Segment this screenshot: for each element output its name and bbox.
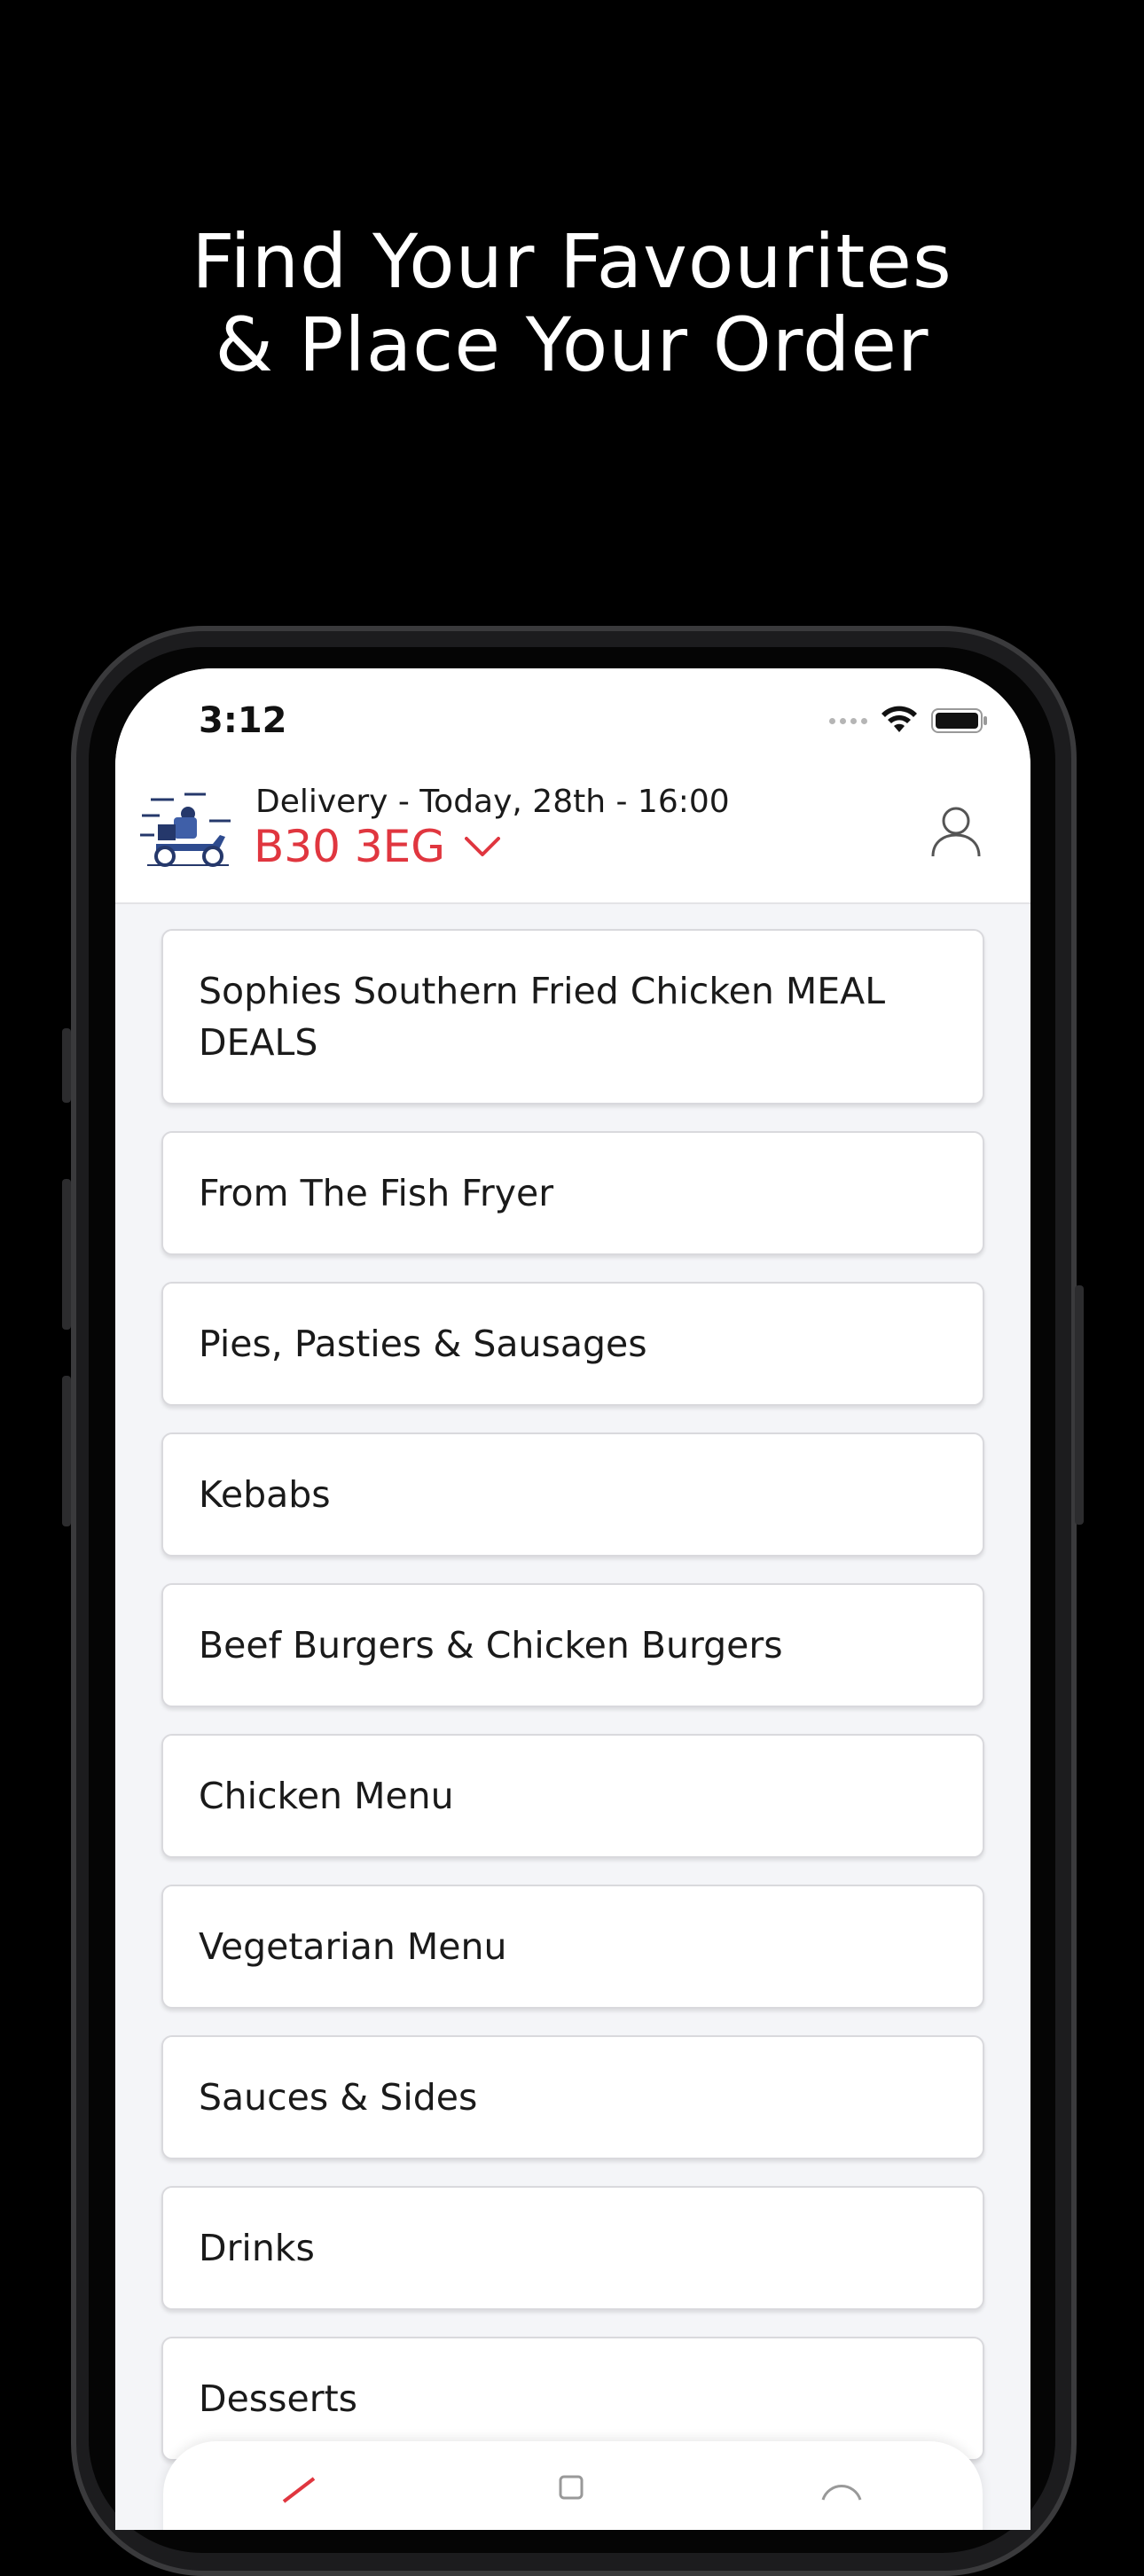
postcode-selector[interactable]: B30 3EG — [254, 821, 500, 872]
menu-category-item[interactable]: Kebabs — [161, 1432, 984, 1557]
signal-dots-icon — [829, 717, 867, 724]
phone-volume-up — [62, 1179, 71, 1330]
app-screen: 3:12 Delivery - Today, 28th - 16:00 B30 … — [115, 668, 1030, 2530]
menu-category-list: Sophies Southern Fried Chicken MEAL DEAL… — [161, 929, 984, 2487]
menu-category-item[interactable]: Chicken Menu — [161, 1734, 984, 1858]
menu-category-item[interactable]: Drinks — [161, 2186, 984, 2310]
postcode-label: B30 3EG — [254, 821, 445, 872]
menu-category-label: Kebabs — [199, 1473, 331, 1516]
user-icon[interactable] — [928, 803, 984, 860]
info-tab-icon[interactable] — [819, 2475, 864, 2502]
menu-category-item[interactable]: Vegetarian Menu — [161, 1885, 984, 2009]
menu-category-label: From The Fish Fryer — [199, 1172, 554, 1214]
menu-tab-icon[interactable] — [278, 2477, 323, 2503]
menu-category-area: Sophies Southern Fried Chicken MEAL DEAL… — [115, 904, 1030, 2530]
promo-headline-line2: & Place Your Order — [215, 301, 929, 388]
menu-category-label: Sauces & Sides — [199, 2076, 478, 2119]
menu-category-item[interactable]: Sophies Southern Fried Chicken MEAL DEAL… — [161, 929, 984, 1105]
status-time: 3:12 — [199, 700, 287, 741]
delivery-info[interactable]: Delivery - Today, 28th - 16:00 — [255, 784, 730, 820]
phone-volume-down — [62, 1376, 71, 1526]
battery-icon — [931, 708, 987, 733]
status-bar: 3:12 — [115, 668, 1030, 775]
menu-category-label: Desserts — [199, 2377, 358, 2420]
basket-tab-icon[interactable] — [553, 2473, 589, 2500]
menu-category-label: Beef Burgers & Chicken Burgers — [199, 1624, 783, 1667]
phone-mute-switch — [62, 1028, 71, 1103]
phone-power-button — [1075, 1285, 1084, 1525]
bottom-tab-bar — [163, 2441, 983, 2530]
menu-category-label: Pies, Pasties & Sausages — [199, 1323, 647, 1365]
menu-category-label: Sophies Southern Fried Chicken MEAL DEAL… — [199, 970, 886, 1064]
app-header: Delivery - Today, 28th - 16:00 B30 3EG — [115, 775, 1030, 904]
delivery-scooter-icon[interactable] — [138, 785, 234, 874]
status-icons — [829, 706, 988, 736]
menu-category-item[interactable]: From The Fish Fryer — [161, 1131, 984, 1255]
chevron-down-icon — [464, 837, 500, 856]
wifi-icon — [882, 706, 917, 732]
menu-category-item[interactable]: Pies, Pasties & Sausages — [161, 1282, 984, 1406]
menu-category-item[interactable]: Beef Burgers & Chicken Burgers — [161, 1583, 984, 1707]
menu-category-item[interactable]: Sauces & Sides — [161, 2035, 984, 2159]
promo-headline-line1: Find Your Favourites — [192, 218, 952, 305]
menu-category-label: Vegetarian Menu — [199, 1925, 507, 1968]
menu-category-label: Chicken Menu — [199, 1775, 454, 1817]
promo-headline: Find Your Favourites & Place Your Order — [0, 220, 1144, 386]
menu-category-label: Drinks — [199, 2227, 315, 2269]
